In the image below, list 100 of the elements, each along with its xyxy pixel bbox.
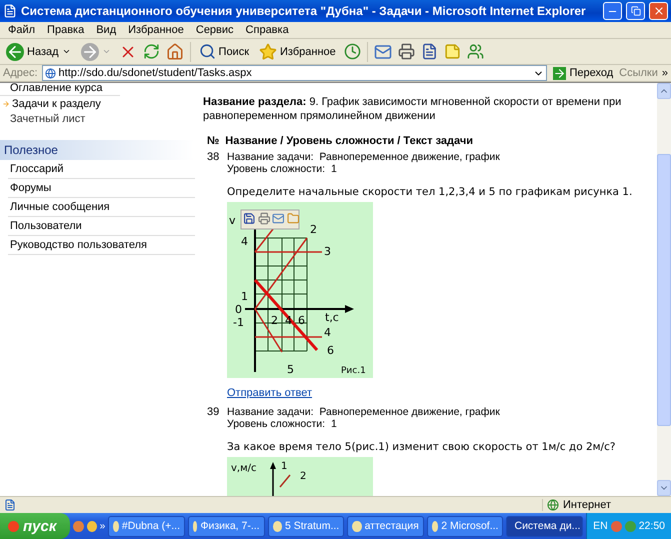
menu-item[interactable]: Избранное [122, 24, 190, 36]
graph-label: v,м/с [231, 463, 257, 474]
search-button[interactable]: Поиск [196, 43, 252, 60]
document-icon [420, 43, 438, 60]
task-name: Название задачи: Равнопеременное движение, график [227, 151, 501, 163]
task-question: За какое время тело 5(рис.1) изменит свою скорость от 1м/с до 2м/с? [227, 441, 616, 453]
printer-icon [258, 212, 270, 225]
mail-icon [374, 42, 392, 60]
task-number: 39 [207, 406, 220, 420]
graph-label: -1 [233, 316, 244, 329]
menu-item[interactable]: Правка [41, 24, 90, 36]
quick-launch-icon [73, 520, 84, 532]
minimize-button[interactable] [603, 2, 622, 20]
window-title: Система дистанционного обучения университета "Дубна" - Задачи - Microsoft Internet Explorer [21, 4, 587, 18]
graph-label: 6 [327, 344, 334, 357]
page-icon [3, 4, 17, 18]
velocity-axis [270, 462, 276, 496]
graph-label: 1 [241, 290, 248, 303]
page-icon [4, 499, 16, 511]
column-header: Название / Уровень сложности / Текст задачи [225, 135, 474, 147]
scroll-up-button[interactable] [657, 83, 671, 99]
section-title: Название раздела: 9. График зависимости мгновенной скорости от времени при равнопеременном прямолинейном движении [203, 95, 622, 123]
folder-icon [286, 212, 299, 225]
refresh-icon [142, 43, 160, 60]
menu-item[interactable]: Файл [2, 24, 42, 36]
sidebar-item[interactable]: Зачетный лист [0, 111, 195, 126]
app-icon [192, 520, 198, 532]
more-chevron[interactable]: » [100, 520, 106, 532]
address-field[interactable]: http://sdo.du/sdonet/student/Tasks.aspx [42, 65, 548, 81]
graph-label: v [229, 214, 236, 227]
graph-label: t,c [325, 311, 339, 324]
address-label: Адрес: [3, 67, 38, 79]
taskbar-button[interactable]: аттестация [347, 516, 424, 536]
caret-icon [62, 47, 71, 56]
image-toolbar[interactable] [240, 210, 300, 230]
menu-item[interactable]: Справка [240, 24, 295, 36]
tray-icon [624, 520, 636, 532]
printer-icon [398, 43, 415, 60]
scroll-down-button[interactable] [657, 480, 671, 496]
sidebar-item[interactable]: Оглавление курса [0, 83, 120, 96]
app-icon [352, 520, 362, 532]
sidebar-link[interactable]: Личные сообщения [8, 198, 195, 217]
task-question: Определите начальные скорости тел 1,2,3,4 и 5 по графикам рисунка 1. [227, 186, 632, 198]
taskbar-button[interactable]: Физика, 7-... [188, 516, 265, 536]
back-button[interactable]: Назад [4, 42, 73, 60]
home-icon [166, 42, 184, 60]
page-icon [44, 68, 56, 78]
graph-label: 4 [241, 235, 248, 248]
star-icon [259, 42, 278, 60]
users-icon [466, 43, 484, 60]
restore-icon [630, 6, 640, 16]
taskbar-button[interactable]: 5 Stratum... [268, 516, 344, 536]
sidebar-link[interactable]: Руководство пользователя [8, 236, 195, 255]
sidebar-item[interactable]: Задачи к разделу [0, 96, 195, 111]
app-icon [272, 520, 282, 532]
sidebar-link[interactable]: Глоссарий [8, 160, 195, 179]
search-icon [198, 43, 216, 60]
app-icon [113, 520, 119, 532]
restore-button[interactable] [626, 2, 645, 20]
answer-link[interactable]: Отправить ответ [227, 387, 632, 399]
column-header: № [207, 135, 220, 147]
taskbar-button[interactable]: Система ди... [506, 516, 584, 536]
favorites-button[interactable]: Избранное [257, 42, 338, 60]
caret-icon [102, 47, 111, 56]
close-icon [652, 5, 664, 17]
more-chevron[interactable]: » [662, 67, 668, 79]
mail-icon [272, 212, 284, 225]
taskbar-button[interactable]: 2 Microsof... [426, 516, 504, 536]
graph-label: 1 [281, 461, 288, 472]
scrollbar[interactable] [657, 83, 671, 496]
graph-label: 2 [300, 471, 306, 482]
graph-label: Рис.1 [341, 366, 366, 376]
scroll-thumb[interactable] [657, 154, 671, 426]
task-level: Уровень сложности: 1 [227, 418, 338, 430]
sidebar-link[interactable]: Пользователи [8, 217, 195, 236]
graph-line [279, 474, 291, 488]
graph-label: 3 [324, 245, 331, 258]
graph-label: 4 [285, 314, 292, 327]
quick-launch-icon [86, 520, 97, 532]
note-icon [444, 43, 461, 60]
menu-item[interactable]: Сервис [190, 24, 240, 36]
tray-icon [610, 520, 622, 532]
menu-item[interactable]: Вид [90, 24, 122, 36]
history-icon [344, 43, 361, 60]
sidebar-link[interactable]: Форумы [8, 179, 195, 198]
taskbar-button[interactable]: #Dubna (+... [108, 516, 185, 536]
clock: 22:50 [638, 520, 665, 532]
task-number: 38 [207, 151, 220, 165]
close-button[interactable] [649, 2, 668, 20]
save-icon [243, 212, 256, 225]
graph-label: 4 [324, 326, 331, 339]
graph-label: 5 [287, 363, 294, 376]
go-button[interactable]: Переход [551, 66, 616, 80]
task-name: Название задачи: Равнопеременное движение, график [227, 406, 501, 418]
globe-icon [547, 499, 559, 511]
app-icon [432, 520, 438, 532]
zone-text: Интернет [563, 499, 611, 511]
graph-label: 0 [235, 303, 242, 316]
graph-label: 2 [310, 223, 317, 236]
arrow-icon [2, 100, 10, 108]
